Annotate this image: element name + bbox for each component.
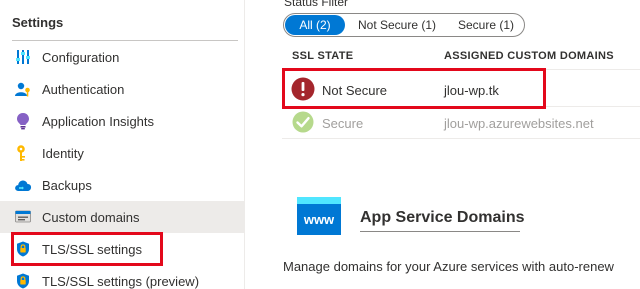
settings-sidebar: Settings Configuration Authentication Ap… [0, 0, 244, 289]
column-header-ssl-state[interactable]: SSL STATE [292, 50, 353, 62]
status-filter-label: Status Filter [284, 0, 349, 9]
ssl-state: Secure [322, 116, 364, 131]
status-filter-toggle: All (2) Not Secure (1) Secure (1) [283, 13, 525, 37]
configuration-icon [14, 48, 32, 66]
domain-name[interactable]: jlou-wp.azurewebsites.net [444, 116, 594, 131]
sidebar-item-tls-ssl-settings-preview[interactable]: TLS/SSL settings (preview) [0, 265, 244, 289]
filter-all-button[interactable]: All (2) [285, 15, 345, 35]
custom-domains-icon [14, 208, 32, 226]
sidebar-item-authentication[interactable]: Authentication [0, 73, 244, 105]
filter-not-secure-button[interactable]: Not Secure (1) [348, 15, 446, 35]
tls-ssl-shield-icon [14, 272, 32, 289]
column-header-domains[interactable]: ASSIGNED CUSTOM DOMAINS [444, 50, 614, 62]
divider [360, 231, 520, 232]
authentication-icon [14, 80, 32, 98]
www-icon: www [297, 197, 341, 235]
divider [282, 138, 640, 139]
sidebar-item-label: Identity [42, 145, 84, 161]
highlight-box [11, 232, 163, 266]
sidebar-item-configuration[interactable]: Configuration [0, 41, 244, 73]
sidebar-item-custom-domains[interactable]: Custom domains [0, 201, 244, 233]
sidebar-item-label: Configuration [42, 49, 120, 65]
app-service-domains-description: Manage domains for your Azure services w… [283, 259, 614, 274]
sidebar-item-label: Application Insights [42, 113, 155, 129]
highlight-box [282, 68, 546, 109]
sidebar-item-identity[interactable]: Identity [0, 137, 244, 169]
filter-secure-button[interactable]: Secure (1) [448, 15, 524, 35]
backups-icon [14, 176, 32, 194]
sidebar-item-label: Custom domains [42, 209, 140, 225]
sidebar-item-backups[interactable]: Backups [0, 169, 244, 201]
application-insights-icon [14, 112, 32, 130]
settings-heading: Settings [12, 15, 64, 30]
sidebar-item-label: Backups [42, 177, 92, 193]
identity-icon [14, 144, 32, 162]
divider [244, 0, 245, 289]
sidebar-item-label: Authentication [42, 81, 125, 97]
sidebar-item-label: TLS/SSL settings (preview) [42, 273, 200, 289]
www-icon-text: www [303, 212, 335, 227]
sidebar-item-application-insights[interactable]: Application Insights [0, 105, 244, 137]
check-icon [292, 111, 314, 133]
app-service-domains-title: App Service Domains [360, 209, 525, 226]
